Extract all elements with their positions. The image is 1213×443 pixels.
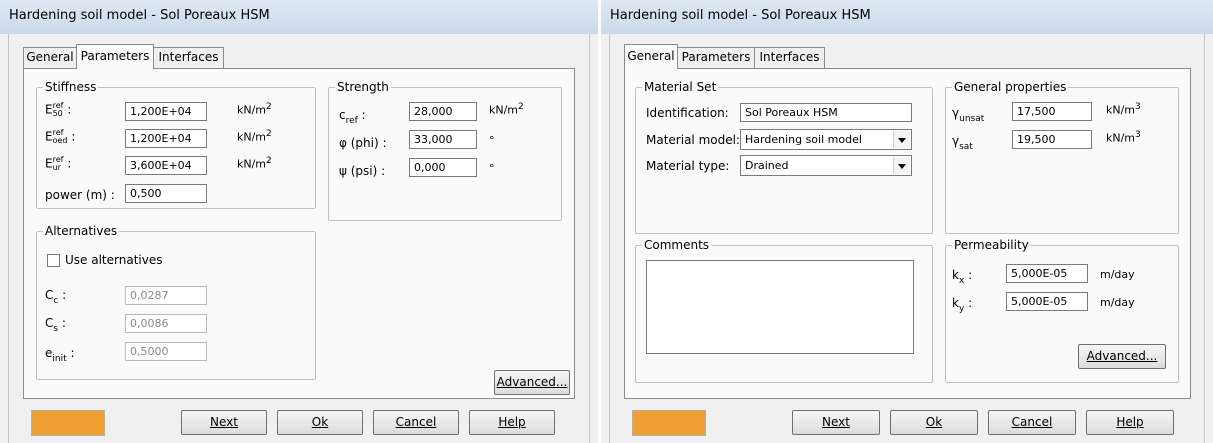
material-set-group: Material Set Identification: Sol Poreaux… (635, 80, 933, 234)
tab-general[interactable]: General (23, 47, 77, 68)
cs-input: 0,0086 (125, 314, 207, 333)
strength-group: Strength cref : 28,000 kN/m2 φ (phi) : 3… (328, 80, 562, 221)
label-cs: Cs : (45, 316, 66, 334)
material-model-label: Material model: (646, 133, 740, 147)
label-kx: kx : (952, 268, 973, 286)
eur-unit: kN/m2 (237, 156, 272, 171)
eoed-unit: kN/m2 (237, 129, 272, 144)
ky-input[interactable]: 5,000E-05 (1006, 292, 1088, 311)
general-properties-group: General properties γunsat 17,500 kN/m3 γ… (945, 80, 1179, 234)
advanced-button[interactable]: Advanced... (1078, 344, 1166, 369)
tab-interfaces[interactable]: Interfaces (754, 47, 825, 68)
e50-unit: kN/m2 (237, 102, 272, 117)
tab-parameters[interactable]: Parameters (677, 47, 755, 68)
title-bar[interactable]: Hardening soil model - Sol Poreaux HSM (601, 0, 1213, 34)
window-title: Hardening soil model - Sol Poreaux HSM (610, 8, 871, 23)
stiffness-group: Stiffness Eref 50 : 1,200E+04 kN/m2 Eref o… (36, 80, 316, 209)
title-bar[interactable]: Hardening soil model - Sol Poreaux HSM (0, 0, 598, 34)
help-button[interactable]: Help (1086, 410, 1174, 435)
group-label-material-set: Material Set (642, 80, 719, 94)
tab-panel-parameters: Stiffness Eref 50 : 1,200E+04 kN/m2 Eref o… (23, 68, 575, 399)
eur-ref-input[interactable]: 3,600E+04 (125, 156, 207, 175)
group-label-general-properties: General properties (952, 80, 1069, 94)
gamma-sat-unit: kN/m3 (1106, 130, 1141, 145)
phi-unit: ° (489, 134, 495, 147)
material-color-swatch[interactable] (632, 410, 706, 436)
alternatives-group: Alternatives Use alternatives Cc : 0,028… (36, 224, 316, 380)
identification-input[interactable]: Sol Poreaux HSM (740, 103, 912, 122)
gamma-unsat-input[interactable]: 17,500 (1012, 102, 1092, 121)
cancel-button[interactable]: Cancel (988, 410, 1076, 435)
label-eur-ref: Eref ur : (45, 155, 72, 172)
label-eoed-ref: Eref oed : (45, 128, 76, 145)
einit-input: 0,5000 (125, 342, 207, 361)
label-cc: Cc : (45, 288, 67, 306)
eoed-ref-input[interactable]: 1,200E+04 (125, 129, 207, 148)
identification-label: Identification: (646, 106, 729, 120)
group-label-comments: Comments (642, 238, 712, 252)
advanced-button[interactable]: Advanced... (494, 370, 570, 395)
chevron-down-icon[interactable] (893, 157, 910, 174)
use-alternatives-label[interactable]: Use alternatives (65, 253, 162, 267)
comments-textarea[interactable] (646, 260, 914, 354)
comments-group: Comments (635, 238, 933, 383)
label-gamma-sat: γsat (952, 134, 973, 152)
gamma-unsat-unit: kN/m3 (1106, 102, 1141, 117)
dialog-window-general: Hardening soil model - Sol Poreaux HSM G… (601, 0, 1213, 443)
next-button[interactable]: Next (181, 410, 267, 435)
dialog-client: General Parameters Interfaces Stiffness … (8, 34, 590, 443)
group-label-stiffness: Stiffness (43, 80, 99, 94)
label-psi: ψ (psi) : (339, 164, 386, 178)
material-model-select[interactable]: Hardening soil model (740, 129, 912, 150)
chevron-down-icon[interactable] (893, 131, 910, 148)
c-ref-input[interactable]: 28,000 (409, 102, 477, 121)
psi-input[interactable]: 0,000 (409, 158, 477, 177)
kx-unit: m/day (1100, 268, 1135, 281)
gamma-sat-input[interactable]: 19,500 (1012, 130, 1092, 149)
ok-button[interactable]: Ok (890, 410, 978, 435)
c-ref-unit: kN/m2 (489, 102, 524, 117)
group-label-alternatives: Alternatives (43, 224, 120, 238)
phi-input[interactable]: 33,000 (409, 130, 477, 149)
label-phi: φ (phi) : (339, 136, 387, 150)
label-c-ref: cref : (339, 108, 366, 126)
label-ky: ky : (952, 296, 973, 314)
help-button[interactable]: Help (469, 410, 555, 435)
label-power: power (m) : (45, 188, 115, 202)
dialog-client: General Parameters Interfaces Material S… (609, 34, 1205, 443)
power-input[interactable]: 0,500 (125, 184, 207, 203)
cancel-button[interactable]: Cancel (373, 410, 459, 435)
window-title: Hardening soil model - Sol Poreaux HSM (9, 8, 270, 23)
psi-unit: ° (489, 162, 495, 175)
label-e50-ref: Eref 50 : (45, 101, 72, 118)
ky-unit: m/day (1100, 296, 1135, 309)
tab-interfaces[interactable]: Interfaces (153, 47, 224, 68)
material-type-select[interactable]: Drained (740, 155, 912, 176)
use-alternatives-checkbox[interactable] (47, 254, 60, 267)
group-label-strength: Strength (335, 80, 391, 94)
cc-input: 0,0287 (125, 286, 207, 305)
kx-input[interactable]: 5,000E-05 (1006, 264, 1088, 283)
tab-parameters[interactable]: Parameters (76, 44, 154, 69)
dialog-window-parameters: Hardening soil model - Sol Poreaux HSM G… (0, 0, 598, 443)
tab-panel-general: Material Set Identification: Sol Poreaux… (624, 68, 1191, 399)
tab-general[interactable]: General (624, 44, 678, 69)
group-label-permeability: Permeability (952, 238, 1031, 252)
material-color-swatch[interactable] (31, 410, 105, 436)
label-einit: einit : (45, 346, 75, 364)
material-type-label: Material type: (646, 159, 730, 173)
next-button[interactable]: Next (792, 410, 880, 435)
permeability-group: Permeability kx : 5,000E-05 m/day ky : 5… (945, 238, 1179, 383)
e50-ref-input[interactable]: 1,200E+04 (125, 102, 207, 121)
ok-button[interactable]: Ok (277, 410, 363, 435)
label-gamma-unsat: γunsat (952, 106, 985, 124)
